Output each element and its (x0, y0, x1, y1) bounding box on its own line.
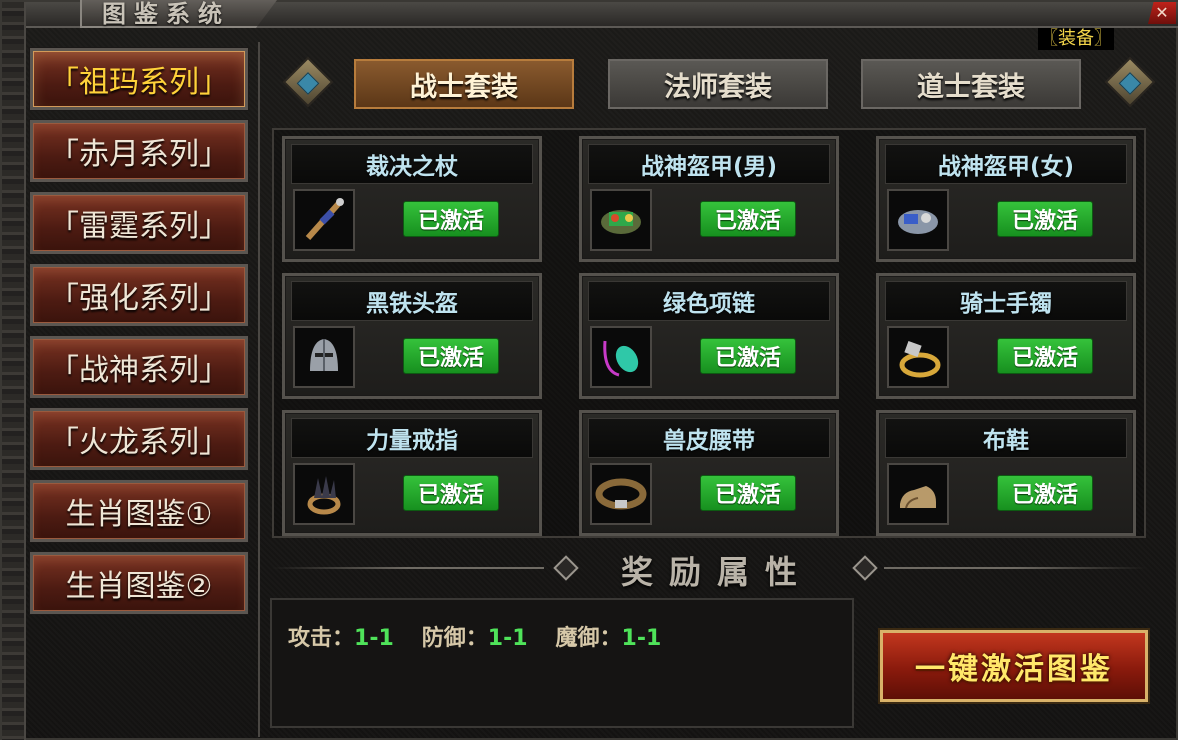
item-card[interactable]: 兽皮腰带 已激活 (579, 410, 839, 536)
status-badge: 已激活 (700, 338, 796, 374)
status-badge: 已激活 (403, 475, 499, 511)
item-grid: 裁决之杖 已激活 战神盔甲(男) 已激活 战神盔甲(女) 已激活 黑铁头盔 已激… (272, 128, 1146, 538)
item-card[interactable]: 裁决之杖 已激活 (282, 136, 542, 262)
dragon-border-decoration (2, 2, 26, 740)
status-badge: 已激活 (403, 201, 499, 237)
sword-icon (293, 189, 355, 251)
status-badge: 已激活 (700, 475, 796, 511)
reward-attributes-panel: 攻击：1-1 防御：1-1 魔御：1-1 (270, 598, 854, 728)
item-card[interactable]: 布鞋 已激活 (876, 410, 1136, 536)
window-title: 图鉴系统 (102, 0, 230, 28)
item-card[interactable]: 骑士手镯 已激活 (876, 273, 1136, 399)
activate-all-button[interactable]: 一键激活图鉴 (878, 628, 1150, 704)
attribute-attack: 攻击：1-1 (288, 626, 394, 651)
ring-icon (293, 463, 355, 525)
item-name: 黑铁头盔 (291, 281, 533, 321)
status-badge: 已激活 (997, 475, 1093, 511)
tab-mage-set[interactable]: 法师套装 (608, 59, 828, 109)
attribute-row: 攻击：1-1 防御：1-1 魔御：1-1 (288, 620, 661, 652)
status-badge: 已激活 (700, 201, 796, 237)
status-badge: 已激活 (997, 201, 1093, 237)
tab-taoist-set[interactable]: 道士套装 (861, 59, 1081, 109)
helmet-icon (293, 326, 355, 388)
item-card[interactable]: 战神盔甲(男) 已激活 (579, 136, 839, 262)
diamond-ornament-icon (852, 555, 878, 581)
sidebar-item-qianghua[interactable]: 「强化系列」 (29, 263, 249, 327)
sidebar-item-leiting[interactable]: 「雷霆系列」 (29, 191, 249, 255)
sidebar-item-zodiac-2[interactable]: 生肖图鉴② (29, 551, 249, 615)
necklace-icon (590, 326, 652, 388)
boots-icon (887, 463, 949, 525)
status-badge: 已激活 (403, 338, 499, 374)
sidebar-item-zhanshen[interactable]: 「战神系列」 (29, 335, 249, 399)
item-name: 战神盔甲(男) (588, 144, 830, 184)
prev-arrow-icon[interactable] (282, 56, 334, 108)
item-name: 绿色项链 (588, 281, 830, 321)
diamond-ornament-icon (553, 555, 579, 581)
next-arrow-icon[interactable] (1104, 56, 1156, 108)
series-sidebar: 「祖玛系列」 「赤月系列」 「雷霆系列」 「强化系列」 「战神系列」 「火龙系列… (29, 47, 250, 624)
divider (272, 567, 544, 569)
divider (884, 567, 1146, 569)
belt-icon (590, 463, 652, 525)
item-name: 战神盔甲(女) (885, 144, 1127, 184)
sidebar-item-zuma[interactable]: 「祖玛系列」 (29, 47, 249, 111)
attribute-defense: 防御：1-1 (421, 626, 528, 651)
sidebar-item-zodiac-1[interactable]: 生肖图鉴① (29, 479, 249, 543)
item-card[interactable]: 绿色项链 已激活 (579, 273, 839, 399)
item-card[interactable]: 力量戒指 已激活 (282, 410, 542, 536)
reward-title: 奖励属性 (620, 553, 813, 591)
bracelet-icon (887, 326, 949, 388)
item-name: 兽皮腰带 (588, 418, 830, 458)
main-panel: 战士套装 法师套装 道士套装 裁决之杖 已激活 战神盔甲(男) 已激活 战神盔甲… (258, 42, 1170, 737)
item-card[interactable]: 战神盔甲(女) 已激活 (876, 136, 1136, 262)
item-name: 布鞋 (885, 418, 1127, 458)
gallery-window: 图鉴系统 ✕ 〖装备〗 「祖玛系列」 「赤月系列」 「雷霆系列」 「强化系列」 … (0, 0, 1178, 740)
reward-header: 奖励属性 (272, 547, 1146, 591)
armor-icon (887, 189, 949, 251)
tab-warrior-set[interactable]: 战士套装 (354, 59, 574, 109)
sidebar-item-huolong[interactable]: 「火龙系列」 (29, 407, 249, 471)
item-name: 裁决之杖 (291, 144, 533, 184)
status-badge: 已激活 (997, 338, 1093, 374)
sidebar-item-chiyue[interactable]: 「赤月系列」 (29, 119, 249, 183)
item-card[interactable]: 黑铁头盔 已激活 (282, 273, 542, 399)
armor-icon (590, 189, 652, 251)
item-name: 力量戒指 (291, 418, 533, 458)
item-name: 骑士手镯 (885, 281, 1127, 321)
attribute-magic-defense: 魔御：1-1 (555, 626, 662, 651)
